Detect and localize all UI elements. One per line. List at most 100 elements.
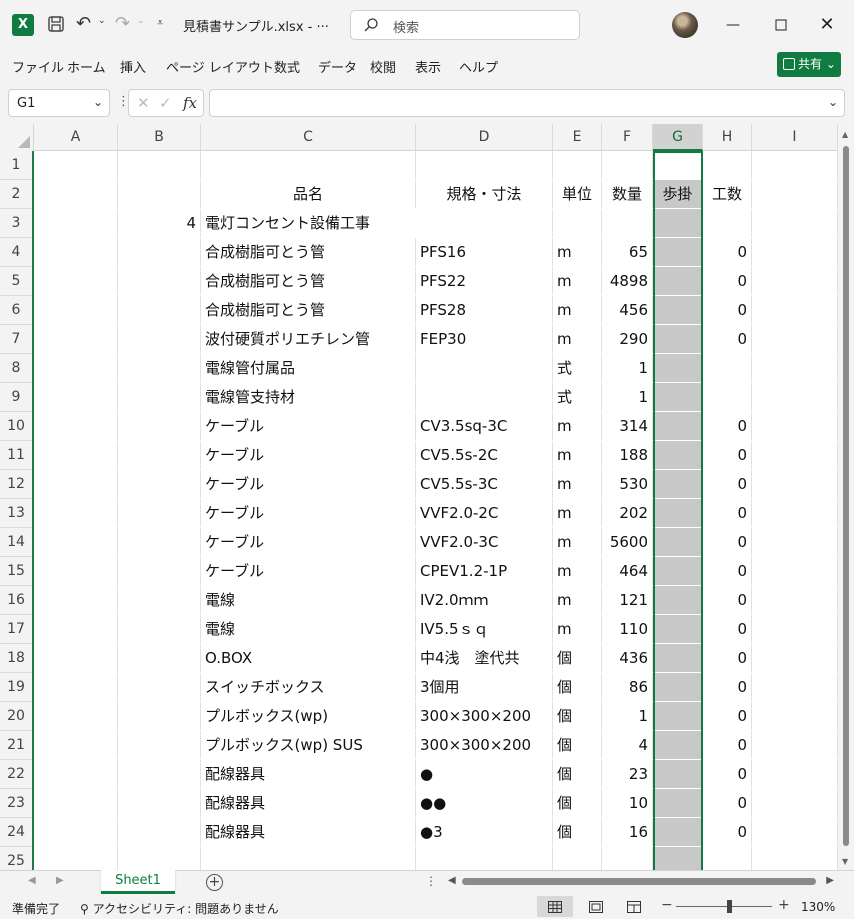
cell-e10[interactable]: m (553, 412, 602, 440)
cell-f11[interactable]: 188 (602, 441, 653, 469)
cell-e12[interactable]: m (553, 470, 602, 498)
cell-g5[interactable] (653, 267, 703, 295)
cell-h15[interactable]: 0 (703, 557, 752, 585)
cell-b6[interactable] (118, 296, 201, 324)
cell-i17[interactable] (752, 615, 838, 643)
cell-f6[interactable]: 456 (602, 296, 653, 324)
cell-i1[interactable] (752, 151, 838, 179)
cell-b20[interactable] (118, 702, 201, 730)
cell-i12[interactable] (752, 470, 838, 498)
cell-d13[interactable]: VVF2.0-2C (416, 499, 553, 527)
undo-dropdown-icon[interactable]: ⌄ (98, 16, 106, 26)
cell-e16[interactable]: m (553, 586, 602, 614)
cell-e11[interactable]: m (553, 441, 602, 469)
cell-c1[interactable] (201, 151, 416, 179)
row-header[interactable]: 10 (0, 412, 32, 441)
cell-g17[interactable] (653, 615, 703, 643)
zoom-out-button[interactable]: − (661, 897, 673, 913)
cell-h1[interactable] (703, 151, 752, 179)
add-sheet-icon[interactable]: + (206, 874, 223, 891)
scroll-left-icon[interactable]: ◀ (448, 875, 456, 886)
cell-a8[interactable] (34, 354, 118, 382)
cell-a4[interactable] (34, 238, 118, 266)
cell-f20[interactable]: 1 (602, 702, 653, 730)
cell-c20[interactable]: プルボックス(wp) (201, 702, 416, 730)
cell-b1[interactable] (118, 151, 201, 179)
row-header[interactable]: 4 (0, 238, 32, 267)
cell-h13[interactable]: 0 (703, 499, 752, 527)
row-header[interactable]: 18 (0, 644, 32, 673)
cell-e3[interactable] (553, 209, 602, 237)
cell-f4[interactable]: 65 (602, 238, 653, 266)
cell-f2[interactable]: 数量 (602, 180, 653, 208)
zoom-slider-thumb[interactable] (727, 900, 732, 913)
cell-b22[interactable] (118, 760, 201, 788)
cell-e6[interactable]: m (553, 296, 602, 324)
row-header[interactable]: 5 (0, 267, 32, 296)
row-header[interactable]: 16 (0, 586, 32, 615)
cell-e13[interactable]: m (553, 499, 602, 527)
cell-d17[interactable]: IV5.5ｓｑ (416, 615, 553, 643)
redo-icon[interactable]: ↷ (115, 14, 135, 34)
tab-formulas[interactable]: 数式 (274, 57, 300, 76)
cell-i3[interactable] (752, 209, 838, 237)
cell-d8[interactable] (416, 354, 553, 382)
cell-c8[interactable]: 電線管付属品 (201, 354, 416, 382)
insert-function-icon[interactable]: fx (183, 94, 197, 112)
cell-e5[interactable]: m (553, 267, 602, 295)
cell-a1[interactable] (34, 151, 118, 179)
cell-f9[interactable]: 1 (602, 383, 653, 411)
cell-i2[interactable] (752, 180, 838, 208)
row-header[interactable]: 15 (0, 557, 32, 586)
maximize-button[interactable] (766, 12, 796, 38)
cell-e25[interactable] (553, 847, 602, 870)
cell-h25[interactable] (703, 847, 752, 870)
cell-f3[interactable] (602, 209, 653, 237)
horizontal-scroll-thumb[interactable] (462, 878, 816, 885)
cell-a10[interactable] (34, 412, 118, 440)
tab-review[interactable]: 校閲 (370, 57, 396, 76)
cell-i9[interactable] (752, 383, 838, 411)
cell-a24[interactable] (34, 818, 118, 846)
cell-i6[interactable] (752, 296, 838, 324)
cell-b11[interactable] (118, 441, 201, 469)
cell-e20[interactable]: 個 (553, 702, 602, 730)
cell-d23[interactable]: ●● (416, 789, 553, 817)
column-header-a[interactable]: A (34, 124, 118, 151)
cell-a23[interactable] (34, 789, 118, 817)
cell-g3[interactable] (653, 209, 703, 237)
cell-h21[interactable]: 0 (703, 731, 752, 759)
accessibility-status[interactable]: ⚲ アクセシビリティ: 問題ありません (80, 900, 279, 917)
row-header[interactable]: 23 (0, 789, 32, 818)
scroll-down-icon[interactable]: ▼ (842, 857, 848, 866)
cell-h19[interactable]: 0 (703, 673, 752, 701)
cell-e22[interactable]: 個 (553, 760, 602, 788)
cell-i25[interactable] (752, 847, 838, 870)
cell-i21[interactable] (752, 731, 838, 759)
cell-f1[interactable] (602, 151, 653, 179)
cell-e17[interactable]: m (553, 615, 602, 643)
cell-a19[interactable] (34, 673, 118, 701)
cell-h20[interactable]: 0 (703, 702, 752, 730)
cell-b2[interactable] (118, 180, 201, 208)
confirm-icon[interactable]: ✓ (159, 94, 172, 112)
cell-i8[interactable] (752, 354, 838, 382)
cell-c7[interactable]: 波付硬質ポリエチレン管 (201, 325, 416, 353)
cell-e18[interactable]: 個 (553, 644, 602, 672)
cell-h9[interactable] (703, 383, 752, 411)
cell-h2[interactable]: 工数 (703, 180, 752, 208)
cell-i7[interactable] (752, 325, 838, 353)
cell-g20[interactable] (653, 702, 703, 730)
cell-g14[interactable] (653, 528, 703, 556)
cell-c3[interactable]: 電灯コンセント設備工事 (201, 209, 416, 237)
cell-c4[interactable]: 合成樹脂可とう管 (201, 238, 416, 266)
cell-b19[interactable] (118, 673, 201, 701)
cell-f25[interactable] (602, 847, 653, 870)
cell-d25[interactable] (416, 847, 553, 870)
cell-a12[interactable] (34, 470, 118, 498)
row-header[interactable]: 21 (0, 731, 32, 760)
minimize-button[interactable]: — (718, 12, 748, 38)
cell-g19[interactable] (653, 673, 703, 701)
cell-i15[interactable] (752, 557, 838, 585)
row-header[interactable]: 24 (0, 818, 32, 847)
